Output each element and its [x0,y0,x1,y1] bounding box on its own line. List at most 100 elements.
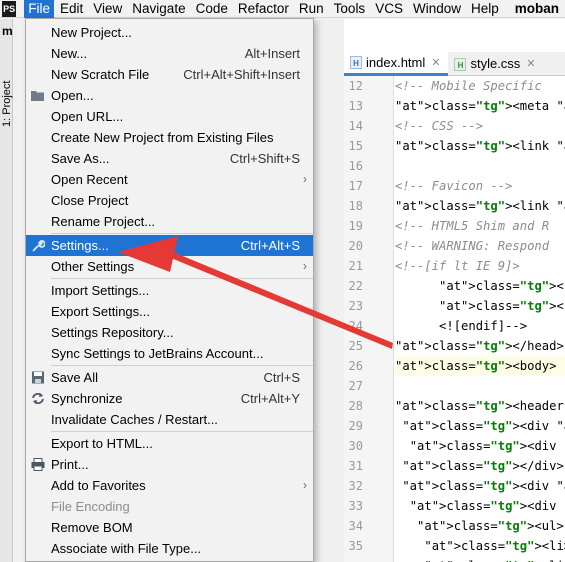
menu-item-new-project[interactable]: New Project... [26,22,313,43]
line-number: 19 [348,219,363,233]
menu-item-close-project[interactable]: Close Project [26,190,313,211]
menu-item-save-as[interactable]: Save As... Ctrl+Shift+S [26,148,313,169]
menu-tools[interactable]: Tools [330,0,370,18]
code-line: "at">class="tg"><div "at">class="main-me [409,499,565,513]
menu-item-settings[interactable]: Settings... Ctrl+Alt+S [26,235,313,256]
menu-item-settings-repository[interactable]: Settings Repository... [26,322,313,343]
item-label: Print... [51,457,89,472]
menu-separator [51,233,313,234]
code-line: "at">class="tg"><header "at">id="_header… [395,399,565,413]
menu-window[interactable]: Window [409,0,465,18]
tool-window-strip: 1: Project [0,19,13,562]
menu-item-export-settings[interactable]: Export Settings... [26,301,313,322]
menu-item-open[interactable]: Open... [26,85,313,106]
code-line: "at">class="tg"><link "at">rel="styleshe… [395,139,565,153]
menu-item-synchronize[interactable]: Synchronize Ctrl+Alt+Y [26,388,313,409]
menu-item-new-scratch-file[interactable]: New Scratch File Ctrl+Alt+Shift+Insert [26,64,313,85]
item-label: Invalidate Caches / Restart... [51,412,218,427]
editor-tabs: H index.html ✕ H style.css ✕ [344,52,565,76]
item-label: Rename Project... [51,214,156,229]
item-label: Export to HTML... [51,436,153,451]
line-number: 25 [348,339,363,353]
menu-refactor[interactable]: Refactor [234,0,293,18]
file-menu-dropdown: New Project... New... Alt+Insert New Scra… [25,18,314,562]
printer-icon [31,458,45,471]
code-line: <![endif]--> [395,319,528,333]
code-line: <!-- Favicon --> [395,179,513,193]
menu-item-remove-bom[interactable]: Remove BOM [26,517,313,538]
menu-file[interactable]: File [24,0,54,18]
menu-separator [51,365,313,366]
item-label: Synchronize [51,391,123,406]
code-line: "at">class="tg"></div> [402,459,564,473]
line-number: 26 [348,359,363,373]
item-label: New Project... [51,25,132,40]
menu-edit[interactable]: Edit [56,0,87,18]
save-icon [32,371,44,384]
menu-item-new[interactable]: New... Alt+Insert [26,43,313,64]
menu-vcs[interactable]: VCS [371,0,407,18]
item-label: Close Project [51,193,129,208]
line-number: 18 [348,199,363,213]
menu-item-file-encoding: File Encoding [26,496,313,517]
code-view[interactable]: <!-- Mobile Specific "at">class="tg"><met… [395,76,565,562]
menu-item-sync-settings[interactable]: Sync Settings to JetBrains Account... [26,343,313,364]
menu-run[interactable]: Run [295,0,328,18]
item-label: Open Recent [51,172,128,187]
project-tool-tab[interactable]: 1: Project [1,81,13,127]
tab-index-html[interactable]: H index.html ✕ [344,51,449,76]
menu-item-export-to-html[interactable]: Export to HTML... [26,433,313,454]
code-line: <!-- HTML5 Shim and R [395,219,550,233]
item-label: Export Settings... [51,304,150,319]
logo-text: PS [3,3,16,14]
line-number: 32 [348,479,363,493]
folder-icon [31,91,44,101]
item-label: Import Settings... [51,283,150,298]
menu-separator [51,278,313,279]
html-file-icon: H [350,56,362,69]
menu-help[interactable]: Help [467,0,503,18]
line-number: 30 [348,439,363,453]
phpstorm-logo-icon: PS [2,0,17,17]
item-shortcut: Ctrl+Alt+Y [240,391,300,406]
line-number: 16 [348,159,363,173]
item-label: Settings Repository... [51,325,174,340]
item-label: File Encoding [51,499,130,514]
menu-item-invalidate-caches[interactable]: Invalidate Caches / Restart... [26,409,313,430]
menu-navigate[interactable]: Navigate [128,0,189,18]
line-number: 31 [348,459,363,473]
menu-bar: PS File Edit View Navigate Code Refactor… [0,0,565,18]
line-number: 28 [348,399,363,413]
code-line: "at">class="tg"><link "at">rel="shortcut… [395,199,565,213]
item-shortcut: Ctrl+Alt+S [240,238,300,253]
close-tab-icon[interactable]: ✕ [526,52,535,76]
line-number: 17 [348,179,363,193]
menu-item-rename-project[interactable]: Rename Project... [26,211,313,232]
menu-item-other-settings[interactable]: Other Settings › [26,256,313,277]
menu-item-print[interactable]: Print... [26,454,313,475]
menu-item-import-settings[interactable]: Import Settings... [26,280,313,301]
menu-item-save-all[interactable]: Save All Ctrl+S [26,367,313,388]
item-shortcut: Ctrl+Shift+S [229,151,300,166]
menu-item-associate-file-type[interactable]: Associate with File Type... [26,538,313,559]
line-number: 12 [348,79,363,93]
code-line: "at">class="tg"><body> [395,356,565,376]
line-number: 27 [348,379,363,393]
close-tab-icon[interactable]: ✕ [431,51,440,75]
item-label: Add to Favorites [51,478,146,493]
line-number: 13 [348,99,363,113]
menu-item-open-url[interactable]: Open URL... [26,106,313,127]
item-label: New Scratch File [51,67,150,82]
menu-view[interactable]: View [89,0,126,18]
item-label: Save As... [51,151,110,166]
menu-code[interactable]: Code [192,0,232,18]
menu-item-create-from-existing[interactable]: Create New Project from Existing Files [26,127,313,148]
menu-item-add-to-favorites[interactable]: Add to Favorites › [26,475,313,496]
code-line: "at">class="tg"><div "at">class="_header… [402,419,565,433]
menu-item-open-recent[interactable]: Open Recent › [26,169,313,190]
item-label: Save All [51,370,98,385]
item-label: Other Settings [51,259,135,274]
code-line: "at">class="tg"><ul> [417,519,564,533]
item-label: Sync Settings to JetBrains Account... [51,346,264,361]
tab-style-css[interactable]: H style.css ✕ [448,52,543,76]
